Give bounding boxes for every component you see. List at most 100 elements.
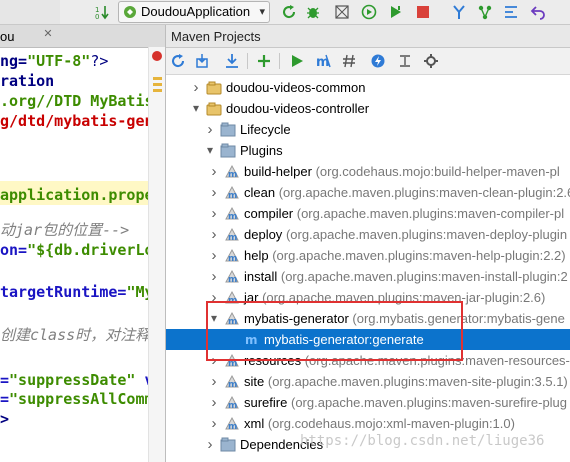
tree-item[interactable]: › m xml (org.codehaus.mojo:xml-maven-plugi… bbox=[166, 413, 570, 434]
tree-item[interactable]: › m jar (org.apache.maven.plugins:maven-ja… bbox=[166, 287, 570, 308]
tree-item[interactable]: › m resources (org.apache.maven.plugins:ma… bbox=[166, 350, 570, 371]
collapse-arrow-icon[interactable]: › bbox=[204, 119, 216, 140]
tree-item[interactable]: › Lifecycle bbox=[166, 119, 570, 140]
collapse-arrow-icon[interactable]: › bbox=[208, 224, 220, 245]
code-token: "${db.driverLo bbox=[27, 241, 154, 259]
stop-icon[interactable] bbox=[415, 4, 431, 20]
maven-toolbar: m bbox=[166, 48, 570, 75]
editor-tab-label: ou bbox=[0, 29, 15, 44]
tree-item-coordinates: (org.apache.maven.plugins:maven-jar-plug… bbox=[262, 290, 546, 305]
toggle-offline-icon[interactable] bbox=[341, 53, 357, 69]
collapse-arrow-icon[interactable]: › bbox=[208, 161, 220, 182]
vcs-update-icon[interactable] bbox=[451, 4, 467, 20]
svg-text:m: m bbox=[228, 380, 237, 389]
code-line: ="suppressDate" v bbox=[0, 370, 154, 390]
vcs-commit-icon[interactable] bbox=[503, 4, 519, 20]
download-icon[interactable] bbox=[224, 53, 240, 69]
collapse-arrow-icon[interactable]: › bbox=[208, 371, 220, 392]
collapse-arrow-icon[interactable]: › bbox=[208, 182, 220, 203]
tree-item[interactable]: ▾ m mybatis-generator (org.mybatis.generat… bbox=[166, 308, 570, 329]
tree-item[interactable]: › m surefire (org.apache.maven.plugins:mav… bbox=[166, 392, 570, 413]
maven-project-tree: › doudou-videos-common ▾ doudou-videos-cont… bbox=[166, 75, 570, 462]
svg-text:m: m bbox=[228, 401, 237, 410]
tree-item[interactable]: ▾ doudou-videos-controller bbox=[166, 98, 570, 119]
debug-icon[interactable] bbox=[305, 4, 321, 20]
tree-item-coordinates: (org.apache.maven.plugins:maven-site-plu… bbox=[267, 374, 568, 389]
tree-item-label: xml (org.codehaus.mojo:xml-maven-plugin:… bbox=[244, 413, 515, 434]
maven-plugin-icon: m bbox=[224, 416, 240, 432]
folder-icon bbox=[220, 122, 236, 137]
tree-item-coordinates: (org.apache.maven.plugins:maven-install-… bbox=[280, 269, 568, 284]
code-token: .org//DTD MyBatis bbox=[0, 92, 154, 110]
reload-icon[interactable] bbox=[281, 4, 297, 20]
tree-item-label: jar (org.apache.maven.plugins:maven-jar-… bbox=[244, 287, 545, 308]
code-line: ration bbox=[0, 71, 54, 91]
tree-item-name: help bbox=[244, 248, 269, 263]
expand-arrow-icon[interactable]: ▾ bbox=[190, 98, 202, 119]
tree-item-label: doudou-videos-controller bbox=[226, 98, 369, 119]
warning-mark[interactable] bbox=[153, 77, 162, 80]
coverage-icon[interactable] bbox=[334, 4, 350, 20]
code-line: ng="UTF-8"?> bbox=[0, 51, 108, 71]
tree-item[interactable]: › m clean (org.apache.maven.plugins:maven-… bbox=[166, 182, 570, 203]
expand-arrow-icon[interactable]: ▾ bbox=[208, 308, 220, 329]
collapse-arrow-icon[interactable]: › bbox=[208, 413, 220, 434]
tree-item[interactable]: › m help (org.apache.maven.plugins:maven-h… bbox=[166, 245, 570, 266]
tree-item[interactable]: › m install (org.apache.maven.plugins:mave… bbox=[166, 266, 570, 287]
vcs-branch-icon[interactable] bbox=[477, 4, 493, 20]
collapse-arrow-icon[interactable]: › bbox=[208, 350, 220, 371]
collapse-arrow-icon[interactable]: › bbox=[208, 287, 220, 308]
tree-item-name: resources bbox=[244, 353, 302, 368]
warning-mark[interactable] bbox=[153, 89, 162, 92]
tree-item[interactable]: ▾ Plugins bbox=[166, 140, 570, 161]
sort-down-icon[interactable]: 1 0 bbox=[94, 4, 110, 20]
skip-tests-icon[interactable] bbox=[370, 53, 386, 69]
collapse-icon[interactable] bbox=[397, 53, 413, 69]
code-line: --> bbox=[0, 457, 27, 462]
execute-goal-icon[interactable]: m bbox=[316, 53, 332, 69]
collapse-arrow-icon[interactable]: › bbox=[208, 266, 220, 287]
collapse-arrow-icon[interactable]: › bbox=[208, 392, 220, 413]
refresh-icon[interactable] bbox=[170, 53, 186, 69]
maven-plugin-icon: m bbox=[224, 311, 240, 327]
tree-item[interactable]: m mybatis-generator:generate bbox=[166, 329, 570, 350]
tree-item-name: Lifecycle bbox=[240, 122, 291, 137]
collapse-arrow-icon[interactable]: › bbox=[190, 77, 202, 98]
tree-item[interactable]: › m site (org.apache.maven.plugins:maven-s… bbox=[166, 371, 570, 392]
collapse-arrow-icon[interactable]: › bbox=[204, 434, 216, 455]
editor-tab[interactable]: ou ✕ bbox=[0, 25, 165, 48]
tree-item-label: mybatis-generator:generate bbox=[264, 329, 424, 350]
tree-item[interactable]: › m compiler (org.apache.maven.plugins:mav… bbox=[166, 203, 570, 224]
tree-item-coordinates: (org.mybatis.generator:mybatis-gene bbox=[352, 311, 565, 326]
tree-item[interactable]: › doudou-videos-common bbox=[166, 77, 570, 98]
run-maven-icon[interactable] bbox=[289, 53, 305, 69]
tree-item-coordinates: (org.codehaus.mojo:build-helper-maven-pl bbox=[315, 164, 560, 179]
close-tab-icon[interactable]: ✕ bbox=[40, 27, 56, 43]
module-folder-icon bbox=[206, 80, 222, 95]
code-token: ng= bbox=[0, 52, 28, 70]
code-editor[interactable]: ou ✕ ng="UTF-8"?> ration .org//DTD MyBatis… bbox=[0, 25, 166, 462]
collapse-arrow-icon[interactable]: › bbox=[208, 245, 220, 266]
run-configuration-select[interactable]: DoudouApplication ▾ bbox=[118, 1, 270, 23]
reimport-icon[interactable] bbox=[194, 53, 210, 69]
tree-item-coordinates: (org.apache.maven.plugins:maven-compiler… bbox=[296, 206, 565, 221]
run-config-icon bbox=[124, 6, 136, 18]
add-icon[interactable] bbox=[256, 53, 272, 69]
tree-item-label: doudou-videos-common bbox=[226, 77, 365, 98]
profile-icon[interactable] bbox=[361, 4, 377, 20]
expand-arrow-icon[interactable]: ▾ bbox=[204, 140, 216, 161]
tree-item[interactable]: › m build-helper (org.codehaus.mojo:build-… bbox=[166, 161, 570, 182]
settings-icon[interactable] bbox=[423, 53, 439, 69]
warning-mark[interactable] bbox=[153, 83, 162, 86]
maven-plugin-icon: m bbox=[224, 395, 240, 411]
folder-icon bbox=[220, 437, 236, 452]
svg-text:m: m bbox=[228, 254, 237, 263]
collapse-arrow-icon[interactable]: › bbox=[208, 203, 220, 224]
run-configuration-label: DoudouApplication bbox=[141, 4, 251, 19]
error-indicator-icon[interactable] bbox=[152, 51, 162, 61]
undo-icon[interactable] bbox=[530, 4, 546, 20]
tree-item-name: surefire bbox=[244, 395, 288, 410]
code-token: targetRuntime= bbox=[0, 283, 127, 301]
run-icon[interactable] bbox=[388, 4, 404, 20]
tree-item[interactable]: › m deploy (org.apache.maven.plugins:maven… bbox=[166, 224, 570, 245]
